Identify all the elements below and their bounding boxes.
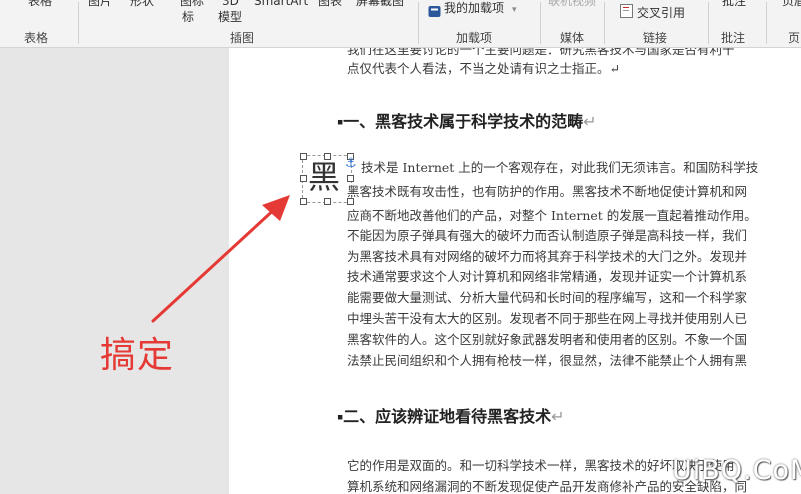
text-line: 我们在这里要讨论的一个主要问题是：研究黑客技术与国家是否有利干 <box>347 48 735 57</box>
group-label-comments: 批注 <box>721 31 746 45</box>
anchor-icon[interactable]: ⚓ <box>345 156 357 171</box>
text-line: 为黑客技术具有对网络的破坏力而将其弃于科学技术的大门之外。发现并 <box>347 249 748 264</box>
online-video-button: 联机视频 <box>548 0 597 8</box>
group-label-addins: 加载项 <box>456 31 493 45</box>
text-line: 应商不断地改善他们的产品，对整个 Internet 的发展一直起着推动作用。 <box>347 208 757 223</box>
heading-1: ▪一、黑客技术属于科学技术的范畴↵ <box>337 112 597 131</box>
my-addins-button[interactable]: 我的加载项 <box>444 1 504 15</box>
table-button[interactable]: 表格 <box>28 0 52 8</box>
header-button[interactable]: 页眉 <box>782 0 801 8</box>
ribbon-separator <box>78 2 79 44</box>
models-3d-label: 模型 <box>218 10 243 24</box>
ribbon-separator <box>418 2 419 44</box>
text-line: 技术通常要求这个人对计算机和网络非常精通，发现并证实一个计算机系 <box>347 269 748 284</box>
resize-handle[interactable] <box>300 198 307 205</box>
text-line: 技术是 Internet 上的一个客观存在，对此我们无须讳言。和国防科学技 <box>361 160 759 175</box>
text-line: 不能因为原子弹具有强大的破坏力而否认制造原子弹是高科技一样，我们 <box>347 228 748 243</box>
group-label-links: 链接 <box>643 31 668 45</box>
text-line: 中埋头苦干没有太大的区别。发现者不同于那些在网上寻找并使用别人已 <box>347 311 748 326</box>
text-line: 黑客技术既有攻击性，也有防护的作用。黑客技术不断地促使计算机和网 <box>347 184 748 199</box>
models-3d-button[interactable]: 3D <box>222 0 239 8</box>
ribbon-separator <box>708 2 709 44</box>
heading-2: ▪二、应该辨证地看待黑客技术↵ <box>337 407 565 426</box>
text-line: 黑客软件的人。这个区别就好象武器发明者和使用者的区别。不象一个国 <box>347 332 748 347</box>
text-line: 点仅代表个人看法，不当之处请有识之士指正。↵ <box>347 61 620 76</box>
annotation-callout: 搞定 <box>100 335 175 376</box>
left-margin-pane <box>0 48 229 494</box>
screenshot-button[interactable]: 屏幕截图 <box>356 0 404 8</box>
icons-button-line2: 标 <box>182 10 195 24</box>
chart-button[interactable]: 图表 <box>318 0 342 8</box>
smartart-button[interactable]: SmartArt <box>254 0 308 8</box>
dropcap-letter: 黑 <box>308 158 341 196</box>
watermark: UiBQ.CoM <box>672 455 801 486</box>
resize-handle[interactable] <box>324 198 331 205</box>
group-label-illustrations: 插图 <box>230 31 255 45</box>
cross-reference-icon[interactable] <box>620 4 633 18</box>
comment-button[interactable]: 批注 <box>722 0 746 8</box>
resize-handle[interactable] <box>300 175 307 182</box>
ribbon: 表格 图片 形状 图标 标 3D 模型 SmartArt 图表 屏幕截图 我的加… <box>0 0 801 48</box>
ribbon-separator <box>766 2 767 44</box>
group-label-table: 表格 <box>24 31 49 45</box>
group-label-header-footer: 页 <box>788 31 801 45</box>
resize-handle[interactable] <box>324 153 331 160</box>
resize-handle[interactable] <box>300 153 307 160</box>
text-line: 能需要做大量测试、分析大量代码和长时间的程序编写，这和一个科学家 <box>347 290 748 305</box>
shapes-button[interactable]: 形状 <box>130 0 154 8</box>
resize-handle[interactable] <box>347 175 354 182</box>
document-page[interactable]: 我们在这里要讨论的一个主要问题是：研究黑客技术与国家是否有利干 点仅代表个人看法… <box>229 48 801 494</box>
ribbon-separator <box>540 2 541 44</box>
pictures-button[interactable]: 图片 <box>88 0 112 8</box>
cross-reference-button[interactable]: 交叉引用 <box>637 6 685 20</box>
addins-dropdown-icon[interactable]: ▾ <box>512 3 517 17</box>
icons-button[interactable]: 图标 <box>180 0 204 8</box>
store-icon[interactable] <box>428 3 441 22</box>
group-label-media: 媒体 <box>560 31 585 45</box>
ribbon-separator <box>604 2 605 44</box>
text-line: 法禁止民间组织和个人拥有枪枝一样，很显然，法律不能禁止个人拥有黑 <box>347 353 748 368</box>
